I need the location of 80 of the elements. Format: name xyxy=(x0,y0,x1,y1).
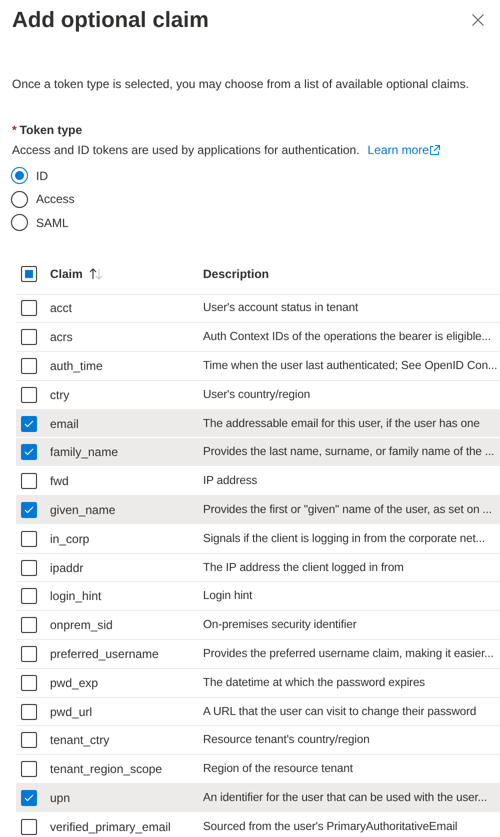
claim-description: The IP address the client logged in from xyxy=(203,560,405,576)
row-checkbox[interactable] xyxy=(21,617,37,634)
row-checkbox[interactable] xyxy=(21,646,37,662)
row-checkbox[interactable] xyxy=(21,300,37,316)
claim-name: login_hint xyxy=(50,588,102,604)
radio-button[interactable] xyxy=(11,167,28,184)
learn-more-link[interactable]: Learn more xyxy=(368,142,440,158)
checkmark-icon xyxy=(24,794,34,802)
row-checkbox[interactable] xyxy=(21,818,37,835)
claim-name: auth_time xyxy=(50,358,104,374)
row-checkbox[interactable] xyxy=(21,761,37,778)
claim-description: The addressable email for this user, if the user has one xyxy=(203,416,481,432)
claim-name: ipaddr xyxy=(50,560,84,576)
claim-name: family_name xyxy=(50,444,120,460)
row-checkbox[interactable] xyxy=(21,473,37,490)
close-icon xyxy=(472,14,484,26)
close-button[interactable] xyxy=(472,14,484,26)
claim-name: in_corp xyxy=(50,530,90,547)
claim-name: ctry xyxy=(50,386,70,403)
intro-text: Once a token type is selected, you may choose from a list of available optional claims. xyxy=(12,76,470,92)
claim-name: fwd xyxy=(50,473,70,490)
claim-name: preferred_username xyxy=(50,646,160,662)
row-checkbox[interactable] xyxy=(21,530,37,547)
radio-button[interactable] xyxy=(11,214,28,232)
claim-description: Provides the preferred username claim, making it easier... xyxy=(203,646,495,662)
row-checkbox[interactable] xyxy=(21,674,37,691)
field-label: Token type xyxy=(20,122,82,138)
column-header[interactable]: Description xyxy=(203,266,500,282)
claim-description: User's country/region xyxy=(203,386,312,403)
row-checkbox[interactable] xyxy=(21,329,37,346)
claim-name: acct xyxy=(50,300,74,316)
claim-name: email xyxy=(50,416,80,432)
row-checkbox[interactable] xyxy=(21,444,37,460)
panel-title: Add optional claim xyxy=(12,6,209,34)
claim-description: User's account status in tenant xyxy=(203,300,360,316)
claim-name: tenant_ctry xyxy=(50,732,110,748)
claim-name: acrs xyxy=(50,329,74,346)
row-checkbox[interactable] xyxy=(21,416,37,432)
claim-name: onprem_sid xyxy=(50,617,114,634)
claim-description: Provides the first or "given" name of the user, as set on ... xyxy=(203,502,493,518)
required-mark: * xyxy=(12,122,17,138)
checkmark-icon xyxy=(24,448,34,456)
claim-description: IP address xyxy=(203,473,258,490)
claim-name: verified_primary_email xyxy=(50,818,172,835)
column-header[interactable]: Claim xyxy=(50,266,83,282)
radio-label: SAML xyxy=(36,214,69,232)
claim-description: Resource tenant's country/region xyxy=(203,732,371,748)
sort-icon[interactable] xyxy=(88,268,103,280)
row-checkbox[interactable] xyxy=(21,790,37,806)
claim-description: Provides the last name, surname, or family name of the ... xyxy=(203,444,496,460)
claim-description: On-premises security identifier xyxy=(203,617,358,634)
checkmark-icon xyxy=(24,506,34,514)
claim-description: Login hint xyxy=(203,588,254,604)
radio-label: Access xyxy=(36,191,75,208)
claim-description: Auth Context IDs of the operations the bearer is eligible... xyxy=(203,329,492,346)
row-checkbox[interactable] xyxy=(21,560,37,576)
claim-name: upn xyxy=(50,790,72,806)
claim-description: An identifier for the user that can be used with the user... xyxy=(203,790,488,806)
select-all-checkbox[interactable] xyxy=(21,266,37,282)
radio-button[interactable] xyxy=(11,190,28,208)
claim-name: given_name xyxy=(50,502,116,518)
row-checkbox[interactable] xyxy=(21,386,37,403)
row-checkbox[interactable] xyxy=(21,732,37,748)
checkmark-icon xyxy=(24,420,34,428)
claim-name: pwd_url xyxy=(50,704,94,720)
row-checkbox[interactable] xyxy=(21,588,37,604)
claim-description: The datetime at which the password expires xyxy=(203,674,426,691)
row-checkbox[interactable] xyxy=(21,358,37,374)
claim-description: Sourced from the user's PrimaryAuthoritativeEmail xyxy=(203,818,458,835)
help-text: Access and ID tokens are used by applications for authentication. xyxy=(12,142,360,158)
external-link-icon xyxy=(428,144,440,156)
claim-description: Time when the user last authenticated; See OpenID Con... xyxy=(203,358,498,374)
row-checkbox[interactable] xyxy=(21,704,37,720)
claim-description: A URL that the user can visit to change their password xyxy=(203,704,478,720)
radio-label: ID xyxy=(36,168,48,185)
claim-description: Region of the resource tenant xyxy=(203,761,354,778)
claim-description: Signals if the client is logging in from the corporate net... xyxy=(203,530,486,547)
claim-name: tenant_region_scope xyxy=(50,761,164,778)
row-checkbox[interactable] xyxy=(21,502,37,518)
claim-name: pwd_exp xyxy=(50,674,100,691)
